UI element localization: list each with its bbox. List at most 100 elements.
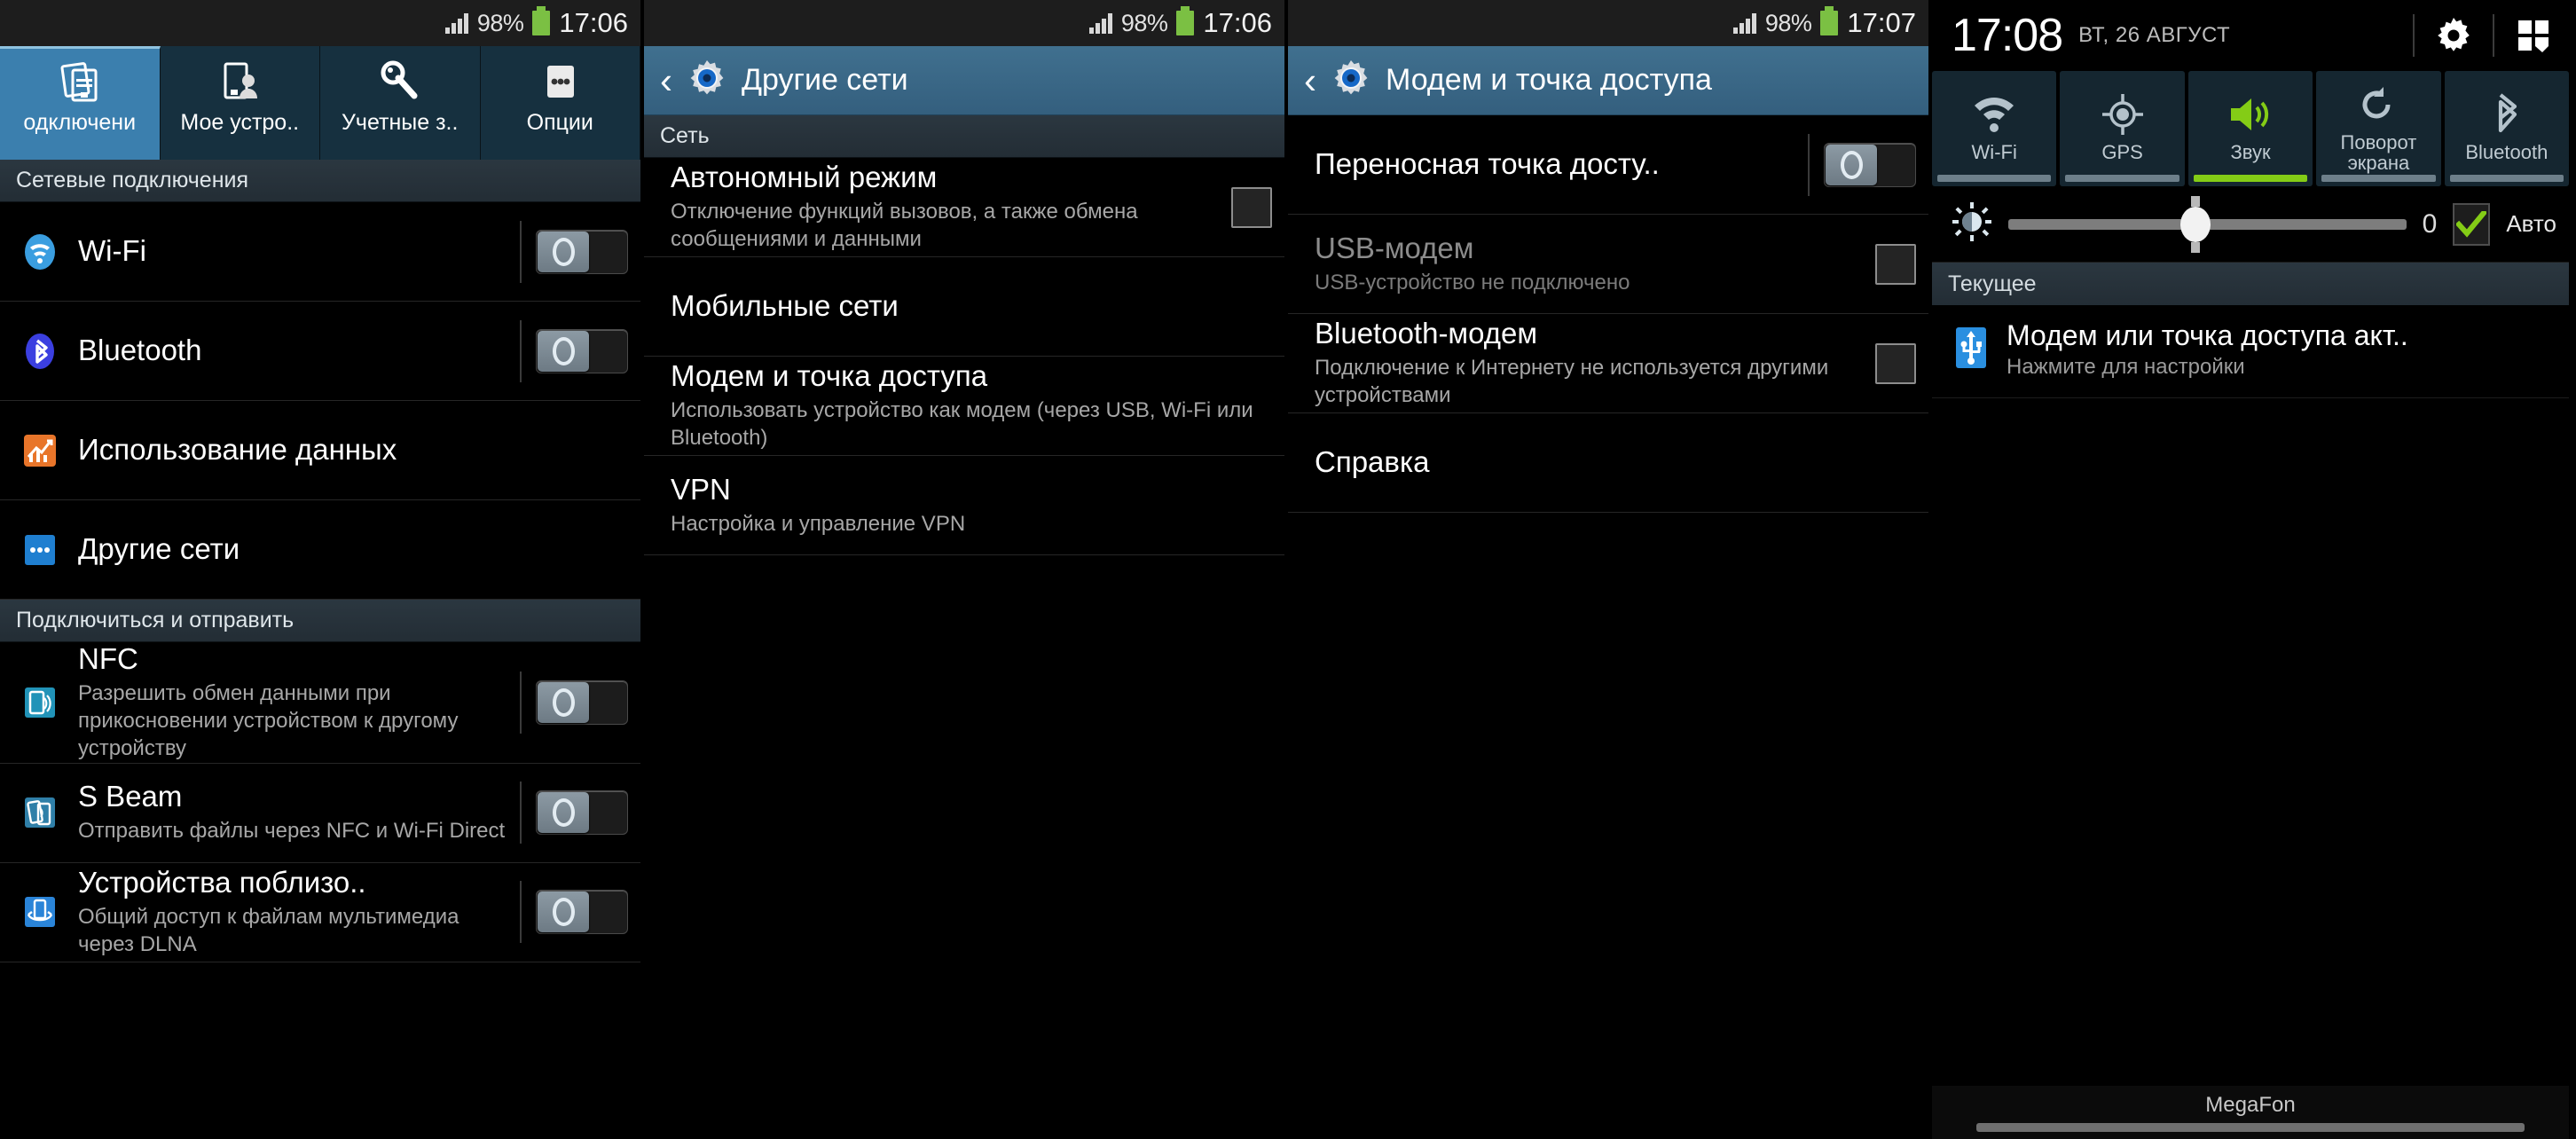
notification-title: Модем или точка доступа акт..: [2007, 319, 2408, 351]
usb-tether-icon: [1952, 325, 1991, 375]
toggle-s-beam[interactable]: [536, 790, 628, 835]
list-item-bluetooth[interactable]: Bluetooth: [0, 302, 640, 401]
list-item-label: Bluetooth: [78, 334, 202, 367]
divider: [2493, 14, 2494, 57]
back-chevron-icon[interactable]: ‹: [660, 61, 672, 99]
list-item-airplane-mode[interactable]: Автономный режим Отключение функций вызо…: [644, 158, 1284, 257]
brightness-slider-handle[interactable]: [2179, 206, 2211, 242]
section-header-network: Сеть: [644, 115, 1284, 158]
shade-drag-handle[interactable]: [1976, 1123, 2525, 1132]
rotate-screen-icon: [2355, 77, 2401, 132]
quick-tile-rotate-screen[interactable]: Поворот экрана: [2316, 71, 2441, 186]
tab-accounts[interactable]: Учетные з..: [320, 46, 481, 160]
notification-subtitle: Нажмите для настройки: [2007, 355, 2245, 379]
toggle-s-beam-wrap: [520, 782, 628, 844]
back-chevron-icon[interactable]: ‹: [1304, 61, 1316, 99]
action-bar-tethering: ‹ Модем и точка доступа: [1288, 46, 1928, 115]
gps-icon: [2100, 87, 2146, 142]
brightness-slider[interactable]: [2008, 206, 2407, 242]
sound-icon: [2226, 87, 2275, 142]
battery-percent-label: 98%: [1120, 9, 1168, 36]
list-item-vpn[interactable]: VPN Настройка и управление VPN: [644, 456, 1284, 555]
battery-percent-label: 98%: [476, 9, 524, 36]
toggle-knob: [538, 681, 589, 723]
list-item-label: Мобильные сети: [671, 289, 899, 323]
panel-notification-shade: 17:08 ВТ, 26 АВГУСТ Wi-Fi GPS Звук Повор…: [1932, 0, 2569, 1139]
toggle-nfc[interactable]: [536, 679, 628, 725]
list-item-bluetooth-tethering[interactable]: Bluetooth-модем Подключение к Интернету …: [1288, 314, 1928, 413]
tab-connections-label: одключени: [23, 110, 137, 135]
toggle-portable-hotspot[interactable]: [1824, 142, 1916, 187]
quick-tile-bluetooth[interactable]: Bluetooth: [2444, 71, 2569, 186]
list-item-wifi[interactable]: Wi-Fi: [0, 202, 640, 302]
signal-strength-icon: [1732, 12, 1756, 34]
multi-panel-screenshot: 98% 17:06 одключени Мое устро.. Учетные …: [0, 0, 2576, 1139]
list-item-portable-hotspot[interactable]: Переносная точка досту..: [1288, 115, 1928, 215]
checkbox-airplane-mode[interactable]: [1231, 186, 1272, 228]
toggle-knob: [538, 330, 589, 372]
toggle-nearby-devices[interactable]: [536, 890, 628, 934]
panel-other-networks: 98% 17:06 ‹ Другие сети Сеть Автономный …: [644, 0, 1288, 1139]
data-usage-icon: [20, 430, 78, 471]
list-item-sublabel: Использовать устройство как модем (через…: [671, 398, 1253, 451]
list-item-tethering-and-hotspot[interactable]: Модем и точка доступа Использовать устро…: [644, 357, 1284, 456]
list-item-more-networks[interactable]: Другие сети: [0, 500, 640, 600]
checkbox-bluetooth-tethering[interactable]: [1875, 342, 1916, 384]
brightness-value: 0: [2422, 208, 2438, 239]
carrier-name: MegaFon: [2205, 1093, 2296, 1117]
toggle-wifi[interactable]: [536, 229, 628, 274]
checkbox-auto-brightness[interactable]: [2453, 202, 2491, 246]
list-item-sublabel: Настройка и управление VPN: [671, 511, 966, 536]
list-item-nfc[interactable]: NFC Разрешить обмен данными при прикосно…: [0, 642, 640, 764]
quick-settings-tiles: Wi-Fi GPS Звук Поворот экрана Bluetooth: [1932, 71, 2569, 186]
status-bar-panel2: 98% 17:06: [644, 0, 1284, 46]
settings-gear-icon[interactable]: [2431, 16, 2477, 55]
panel2-filler: [644, 555, 1284, 1139]
quick-tile-indicator: [2449, 175, 2564, 182]
panel-settings-connections: 98% 17:06 одключени Мое устро.. Учетные …: [0, 0, 644, 1139]
connections-icon: [57, 57, 103, 106]
more-networks-icon: [20, 530, 78, 570]
list-item-help[interactable]: Справка: [1288, 413, 1928, 513]
quick-tile-gps[interactable]: GPS: [2060, 71, 2185, 186]
list-item-data-usage[interactable]: Использование данных: [0, 401, 640, 500]
quick-tile-label: Звук: [2230, 141, 2271, 164]
list-item-label: NFC: [78, 642, 138, 675]
tab-more-options[interactable]: Опции: [480, 46, 640, 160]
quick-tile-label: Bluetooth: [2465, 141, 2549, 164]
list-item-label: Переносная точка досту..: [1315, 147, 1660, 181]
toggle-portable-hotspot-wrap: [1808, 133, 1916, 196]
list-item-label: Bluetooth-модем: [1315, 317, 1538, 350]
toggle-knob: [1826, 144, 1877, 185]
divider: [520, 319, 522, 382]
tab-more-options-label: Опции: [526, 110, 593, 135]
list-item-s-beam[interactable]: S Beam Отправить файлы через NFC и Wi-Fi…: [0, 763, 640, 863]
divider: [520, 782, 522, 844]
section-header-network-connections: Сетевые подключения: [0, 160, 640, 202]
list-item-sublabel: Отключение функций вызовов, а также обме…: [671, 200, 1138, 252]
more-options-icon: [537, 57, 583, 106]
list-item-sublabel: Разрешить обмен данными при прикосновени…: [78, 680, 459, 761]
settings-tab-bar: одключени Мое устро.. Учетные з.. Опции: [0, 46, 640, 160]
tab-my-device[interactable]: Мое устро..: [160, 46, 320, 160]
list-item-label: USB-модем: [1315, 231, 1474, 264]
quick-settings-grid-icon[interactable]: [2510, 16, 2556, 55]
list-item-label: Wi-Fi: [78, 234, 146, 268]
toggle-bluetooth[interactable]: [536, 328, 628, 373]
toggle-wifi-wrap: [520, 220, 628, 283]
brightness-icon: [1952, 201, 1992, 247]
list-item-mobile-networks[interactable]: Мобильные сети: [644, 257, 1284, 357]
quick-tile-indicator: [2065, 175, 2179, 182]
divider: [520, 671, 522, 734]
nfc-icon: [20, 682, 78, 723]
divider: [2413, 14, 2415, 57]
quick-tile-sound[interactable]: Звук: [2187, 71, 2313, 186]
tab-connections[interactable]: одключени: [0, 46, 161, 160]
status-bar-panel3: 98% 17:07: [1288, 0, 1928, 46]
quick-tile-indicator: [2193, 175, 2308, 182]
quick-tile-wifi[interactable]: Wi-Fi: [1932, 71, 2057, 186]
panel4-filler: [1932, 398, 2569, 1139]
list-item-nearby-devices[interactable]: Устройства поблизо.. Общий доступ к файл…: [0, 862, 640, 962]
notification-tethering-active[interactable]: Модем или точка доступа акт.. Нажмите дл…: [1932, 305, 2569, 398]
divider: [1808, 133, 1810, 196]
